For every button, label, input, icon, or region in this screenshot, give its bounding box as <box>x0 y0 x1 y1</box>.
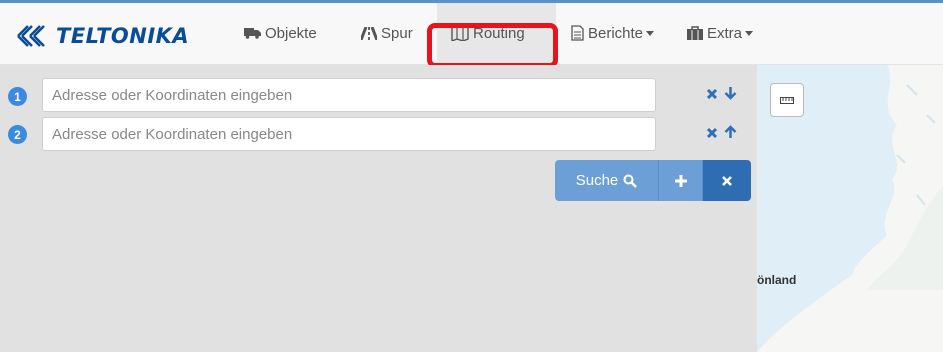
remove-step-2-icon[interactable] <box>706 126 718 143</box>
nav-objekte[interactable]: Objekte <box>244 16 317 50</box>
briefcase-icon <box>687 26 703 40</box>
ruler-icon <box>780 96 794 104</box>
address-input-2[interactable] <box>42 117 656 151</box>
routing-button-group: Suche <box>555 160 751 201</box>
chevron-down-icon <box>745 30 754 36</box>
chevron-down-icon <box>646 30 655 36</box>
search-button[interactable]: Suche <box>555 160 659 201</box>
nav-routing[interactable]: Routing <box>451 16 525 50</box>
logo-text: TELTONIKA <box>56 24 190 48</box>
road-icon <box>361 26 377 40</box>
add-waypoint-button[interactable] <box>659 160 703 201</box>
step-1-actions <box>706 86 737 104</box>
search-button-label: Suche <box>575 172 619 189</box>
plus-icon <box>674 174 687 187</box>
address-input-1[interactable] <box>42 78 656 112</box>
remove-step-1-icon[interactable] <box>706 87 718 104</box>
nav-extra-label: Extra <box>707 24 743 42</box>
step-2-actions <box>706 125 737 143</box>
teltonika-logo[interactable]: TELTONIKA <box>16 20 189 52</box>
logo-mark-icon <box>17 25 45 47</box>
arrow-down-icon[interactable] <box>724 86 737 104</box>
step-badge-1: 1 <box>8 87 27 106</box>
map-icon <box>451 25 469 41</box>
measure-tool-button[interactable] <box>770 83 804 117</box>
map-place-label: önland <box>757 273 797 287</box>
nav-berichte-label: Berichte <box>588 24 644 42</box>
arrow-up-icon[interactable] <box>724 125 737 143</box>
nav-extra[interactable]: Extra <box>687 16 754 50</box>
nav-berichte[interactable]: Berichte <box>571 16 655 50</box>
clear-route-button[interactable] <box>703 160 751 201</box>
search-icon <box>623 174 638 188</box>
step-badge-2: 2 <box>8 125 27 144</box>
truck-icon <box>244 27 261 39</box>
document-icon <box>571 25 584 41</box>
close-icon <box>722 175 732 186</box>
nav-spur[interactable]: Spur <box>361 16 413 50</box>
nav-objekte-label: Objekte <box>265 24 317 42</box>
nav-routing-label: Routing <box>473 24 525 42</box>
nav-spur-label: Spur <box>381 24 413 42</box>
